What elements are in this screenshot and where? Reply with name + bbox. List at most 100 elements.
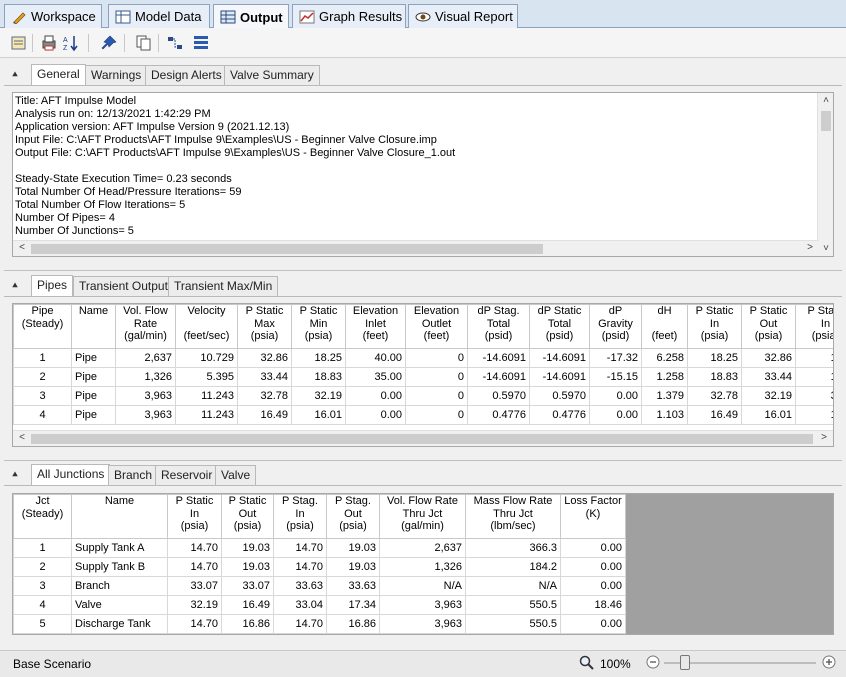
junction-table-cell[interactable]: 366.3 <box>465 538 561 558</box>
junction-table-cell[interactable]: 33.63 <box>326 576 380 596</box>
junction-table-cell[interactable]: 19.03 <box>326 557 380 577</box>
junction-table-cell[interactable]: 14.70 <box>273 614 327 634</box>
junction-table-cell[interactable]: 16.49 <box>221 595 274 615</box>
junction-table-cell[interactable]: N/A <box>379 576 466 596</box>
pipe-table-cell[interactable]: 0 <box>405 405 468 425</box>
pipe-table-cell[interactable]: 19.0 <box>795 348 833 368</box>
pipe-table-cell[interactable]: -17.32 <box>589 348 642 368</box>
pipe-table-cell[interactable]: 1,326 <box>115 367 176 387</box>
tab-general[interactable]: General <box>31 64 86 85</box>
junction-table-cell[interactable]: 33.07 <box>167 576 222 596</box>
junction-table-cell[interactable]: 3,963 <box>379 595 466 615</box>
tab-all-junctions[interactable]: All Junctions <box>31 464 111 485</box>
pipe-column-header[interactable]: dH (feet) <box>641 304 688 349</box>
pipe-column-header[interactable]: dP Stag. Total (psid) <box>467 304 530 349</box>
pipe-column-header[interactable]: dP Gravity (psid) <box>589 304 642 349</box>
pipe-table-cell[interactable]: Pipe <box>71 405 116 425</box>
pipe-table-cell[interactable]: -14.6091 <box>467 348 530 368</box>
pipe-table-cell[interactable]: Pipe <box>71 386 116 406</box>
junction-table-cell[interactable]: 3,963 <box>379 614 466 634</box>
junction-column-header[interactable]: P Static Out (psia) <box>221 494 274 539</box>
pipe-table-cell[interactable]: 0.4776 <box>529 405 590 425</box>
pipe-table-cell[interactable]: 33.6 <box>795 386 833 406</box>
scroll-right-icon[interactable]: ˃ <box>817 432 831 443</box>
pipes-horizontal-scrollbar[interactable]: ˂ ˃ <box>13 430 833 446</box>
junction-table-cell[interactable]: 14.70 <box>167 557 222 577</box>
junction-table-row[interactable]: 2 Supply Tank B 14.70 19.03 14.70 19.03 1,326 1… <box>13 557 626 577</box>
pipe-table-cell[interactable]: 32.19 <box>291 386 346 406</box>
sort-az-icon[interactable]: AZ <box>62 34 80 52</box>
zoom-in-icon[interactable] <box>822 655 836 672</box>
zoom-out-icon[interactable] <box>646 655 660 672</box>
junction-table-cell[interactable]: 19.03 <box>221 557 274 577</box>
tab-reservoir[interactable]: Reservoir <box>155 465 219 485</box>
pipe-table-cell[interactable]: 11.243 <box>175 405 238 425</box>
pipe-table-cell[interactable]: 11.243 <box>175 386 238 406</box>
collapse-junctions-icon[interactable]: ⯅ <box>8 469 22 483</box>
junction-table-cell[interactable]: 33.04 <box>273 595 327 615</box>
tab-valve-summary[interactable]: Valve Summary <box>224 65 320 85</box>
junction-table-cell[interactable]: 0.00 <box>560 576 626 596</box>
pipe-column-header[interactable]: P Stag. In (psia) <box>795 304 833 349</box>
pipe-table-cell[interactable]: 18.83 <box>291 367 346 387</box>
tab-graph-results[interactable]: Graph Results <box>292 4 406 28</box>
junction-column-header[interactable]: Mass Flow Rate Thru Jct (lbm/sec) <box>465 494 561 539</box>
junction-table-cell[interactable]: Discharge Tank <box>71 614 168 634</box>
pipe-table-cell[interactable]: 35.00 <box>345 367 406 387</box>
junction-table-cell[interactable]: Valve <box>71 595 168 615</box>
junction-table-cell[interactable]: 3 <box>13 576 72 596</box>
pipe-table-row[interactable]: 1 Pipe 2,637 10.729 32.86 18.25 40.00 0 -14.6091… <box>13 348 833 368</box>
pipe-table-cell[interactable]: 0.00 <box>589 405 642 425</box>
junction-table-cell[interactable]: Supply Tank B <box>71 557 168 577</box>
junction-table-cell[interactable]: 19.03 <box>326 538 380 558</box>
tab-pipes[interactable]: Pipes <box>31 275 74 296</box>
pipe-column-header[interactable]: P Static Max (psia) <box>237 304 292 349</box>
junction-table-cell[interactable]: 4 <box>13 595 72 615</box>
pipe-table-cell[interactable]: 32.19 <box>741 386 796 406</box>
pipe-table-cell[interactable]: 18.25 <box>687 348 742 368</box>
junction-table-cell[interactable]: 550.5 <box>465 595 561 615</box>
junction-table-cell[interactable]: 32.19 <box>167 595 222 615</box>
print-icon[interactable] <box>40 34 58 52</box>
pipe-table-cell[interactable]: -14.6091 <box>529 348 590 368</box>
pipe-table-cell[interactable]: 1.379 <box>641 386 688 406</box>
junction-table-cell[interactable]: 17.34 <box>326 595 380 615</box>
junction-table-cell[interactable]: 14.70 <box>167 614 222 634</box>
tab-model-data[interactable]: Model Data <box>108 4 210 28</box>
pipe-table-cell[interactable]: 16.01 <box>741 405 796 425</box>
pipe-table-cell[interactable]: 0 <box>405 386 468 406</box>
copy-icon[interactable] <box>134 34 152 52</box>
junction-table-row[interactable]: 3 Branch 33.07 33.07 33.63 33.63 N/A N/A 0.00 <box>13 576 626 596</box>
junction-table-cell[interactable]: 14.70 <box>167 538 222 558</box>
tab-transient-output[interactable]: Transient Output <box>73 276 174 296</box>
pipe-table-cell[interactable]: 32.78 <box>237 386 292 406</box>
junction-column-header[interactable]: Loss Factor (K) <box>560 494 626 539</box>
junction-table-cell[interactable]: 19.03 <box>221 538 274 558</box>
pipe-column-header[interactable]: dP Static Total (psid) <box>529 304 590 349</box>
pipe-column-header[interactable]: P Static Min (psia) <box>291 304 346 349</box>
junction-column-header[interactable]: P Stag. Out (psia) <box>326 494 380 539</box>
pipe-table-cell[interactable]: 19.0 <box>795 367 833 387</box>
pipe-table-cell[interactable]: 33.44 <box>741 367 796 387</box>
pipes-grid[interactable]: Pipe (Steady) Name Vol. Flow Rate (gal/min… <box>12 303 834 447</box>
pipe-table-cell[interactable]: 33.44 <box>237 367 292 387</box>
general-vertical-scrollbar[interactable]: ˄ ˅ <box>817 93 833 256</box>
pipe-table-cell[interactable]: 0.4776 <box>467 405 530 425</box>
pipe-table-cell[interactable]: 3,963 <box>115 405 176 425</box>
pipe-table-cell[interactable]: 32.86 <box>741 348 796 368</box>
pipe-column-header[interactable]: Elevation Inlet (feet) <box>345 304 406 349</box>
pipe-table-cell[interactable]: 0.5970 <box>467 386 530 406</box>
tab-valve[interactable]: Valve <box>215 465 257 485</box>
pipe-table-row[interactable]: 4 Pipe 3,963 11.243 16.49 16.01 0.00 0 0.4776 0.4… <box>13 405 833 425</box>
pipe-table-cell[interactable]: 0 <box>405 348 468 368</box>
tab-transient-max-min[interactable]: Transient Max/Min <box>168 276 279 296</box>
pipe-table-cell[interactable]: 1 <box>13 348 72 368</box>
junction-table-cell[interactable]: 0.00 <box>560 614 626 634</box>
tab-branch[interactable]: Branch <box>108 465 159 485</box>
junction-table-cell[interactable]: 0.00 <box>560 538 626 558</box>
pipe-table-cell[interactable]: 2,637 <box>115 348 176 368</box>
pipe-table-cell[interactable]: 18.83 <box>687 367 742 387</box>
junction-table-cell[interactable]: 16.86 <box>221 614 274 634</box>
scroll-left-icon[interactable]: ˂ <box>15 242 29 253</box>
junction-column-header[interactable]: Jct (Steady) <box>13 494 72 539</box>
